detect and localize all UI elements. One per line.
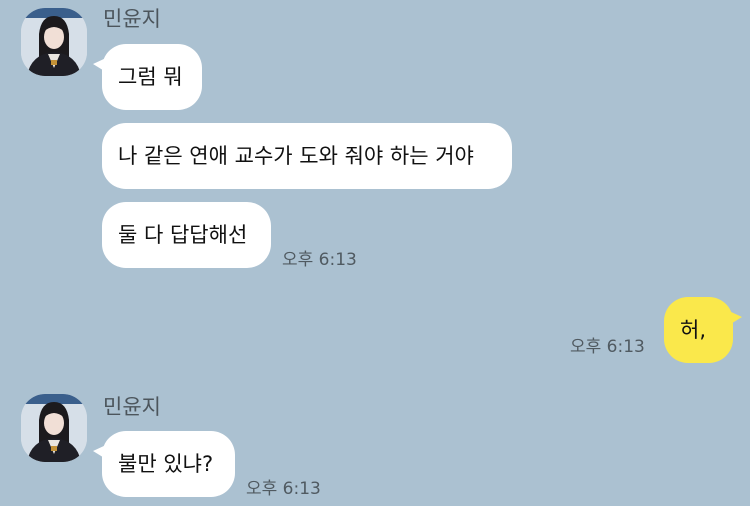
sender-name: 민윤지: [103, 395, 161, 419]
profile-photo-icon: [21, 8, 87, 76]
message-bubble[interactable]: 둘 다 답답해선: [102, 202, 271, 268]
message-bubble[interactable]: 허,: [664, 297, 742, 363]
message-timestamp: 오후 6:13: [282, 250, 357, 270]
message-bubble[interactable]: 그럼 뭐: [93, 44, 202, 110]
profile-photo-icon: [21, 394, 87, 462]
avatar[interactable]: [21, 394, 87, 462]
avatar[interactable]: [21, 8, 87, 76]
message-bubble[interactable]: 불만 있냐?: [93, 431, 235, 497]
message-timestamp: 오후 6:13: [570, 337, 645, 357]
message-timestamp: 오후 6:13: [246, 479, 321, 499]
sender-name: 민윤지: [103, 7, 161, 31]
message-bubble[interactable]: 나 같은 연애 교수가 도와 줘야 하는 거야: [102, 123, 512, 189]
